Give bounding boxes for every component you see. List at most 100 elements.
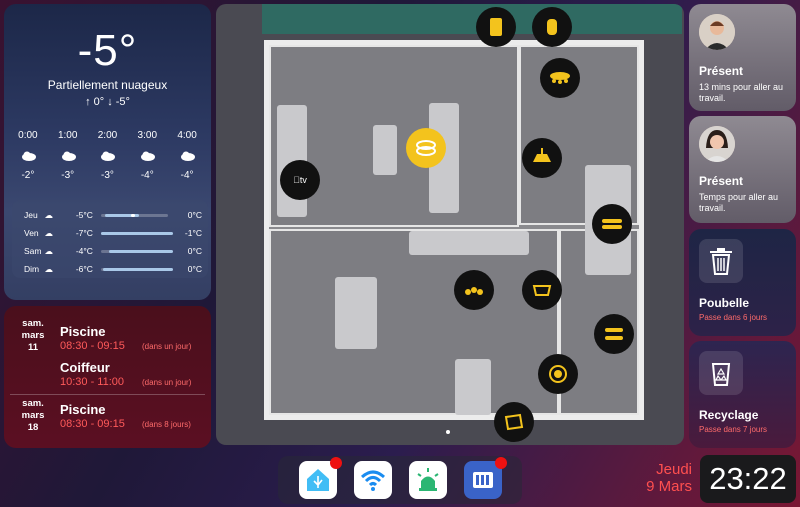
partly-cloudy-night-icon [101, 149, 116, 161]
notification-badge [329, 457, 342, 469]
event-date: sam. mars 18 [21, 398, 45, 433]
page-indicator [446, 430, 450, 434]
appletv-icon: tv [293, 175, 307, 185]
daily-row: Jeu ☁ -5°C 0°C [24, 209, 202, 221]
avatar [699, 126, 735, 162]
cloud-icon: ☁ [44, 245, 54, 256]
house-plan [264, 40, 644, 420]
trash-schedule: Passe dans 6 jours [699, 313, 768, 322]
cloud-icon: ☁ [44, 263, 54, 274]
light-kitchen[interactable] [522, 138, 562, 178]
light-hall[interactable] [540, 58, 580, 98]
presence-detail: Temps pour aller au travail. [699, 192, 779, 213]
app-dock [278, 456, 522, 504]
hour-item: 2:00 -3° [97, 130, 118, 181]
garden-area [262, 4, 682, 34]
network-storage-app[interactable] [463, 457, 507, 499]
presence-card-2[interactable]: Présent Temps pour aller au travail. [689, 116, 796, 223]
temp-range-bar [100, 249, 173, 253]
recycling-schedule: Passe dans 7 jours [699, 425, 768, 434]
weather-condition: Partiellement nuageux [47, 78, 168, 92]
multi-pendant-icon [465, 287, 483, 295]
home-assistant-icon [306, 469, 329, 491]
trash-card[interactable]: Poubelle Passe dans 6 jours [689, 229, 796, 336]
ceiling-light-icon [416, 140, 436, 156]
track-light-icon [602, 219, 622, 229]
divider [10, 394, 205, 395]
pendant-light-icon [533, 148, 551, 162]
temp-range-bar [100, 267, 173, 271]
recycling-icon [699, 351, 743, 395]
presence-detail: 13 mins pour aller au travail. [699, 82, 784, 103]
recycling-card[interactable]: Recyclage Passe dans 7 jours [689, 341, 796, 448]
alarm-siren-icon [416, 468, 439, 491]
cylinder-light-icon [547, 19, 557, 35]
presence-card-1[interactable]: Présent 13 mins pour aller au travail. [689, 4, 796, 111]
daily-row: Sam ☁ -4°C 0°C [24, 245, 202, 257]
light-office[interactable] [538, 354, 578, 394]
floorplan: tv [216, 4, 684, 445]
coffee-table [373, 125, 397, 175]
partly-cloudy-night-icon [181, 149, 196, 161]
light-entry[interactable] [594, 314, 634, 354]
hour-item: 0:00 -2° [18, 130, 38, 181]
event-title: Piscine [60, 324, 106, 339]
event-time: 10:30 - 11:00 [60, 376, 125, 388]
alarm-app[interactable] [408, 461, 447, 499]
date: 9 Mars [646, 478, 692, 495]
calendar-event[interactable]: Coiffeur 10:30 - 11:00 (dans un jour) [10, 356, 205, 392]
event-date: sam. mars 11 [21, 318, 45, 353]
partly-cloudy-night-icon [21, 149, 36, 161]
event-title: Coiffeur [60, 360, 110, 375]
strip-light-icon [605, 328, 623, 340]
light-garage[interactable] [494, 402, 534, 442]
calendar-event[interactable]: sam. mars 18 Piscine 08:30 - 09:15 (dans… [10, 398, 205, 434]
event-relative: (dans 8 jours) [142, 420, 191, 429]
appletv-button[interactable]: tv [280, 160, 320, 200]
light-living-toggle[interactable] [406, 128, 446, 168]
daily-row: Dim ☁ -6°C 0°C [24, 263, 202, 275]
presence-status: Présent [699, 64, 744, 78]
daily-row: Ven ☁ -7°C -1°C [24, 227, 202, 239]
cloud-icon: ☁ [44, 209, 54, 220]
kitchen-counter [409, 231, 529, 255]
spotlights-icon [550, 72, 570, 84]
calendar-event[interactable]: sam. mars 11 Piscine 08:30 - 09:15 (dans… [10, 318, 205, 354]
home-assistant-app[interactable] [298, 457, 342, 499]
weekday: Jeudi [656, 461, 692, 478]
high-low: ↑ 0° ↓ -5° [85, 96, 130, 108]
event-time: 08:30 - 09:15 [60, 340, 125, 352]
hour-item: 1:00 -3° [57, 130, 78, 181]
cloud-icon: ☁ [44, 227, 54, 238]
wall-plug-icon [490, 18, 502, 36]
device-top-1[interactable] [476, 7, 516, 47]
panel-light-icon [504, 413, 524, 431]
daily-forecast: Jeu ☁ -5°C 0°C Ven ☁ -7°C -1°C Sam ☁ -4°… [12, 200, 208, 278]
partly-cloudy-night-icon [141, 149, 156, 161]
hour-item: 4:00 -4° [177, 130, 197, 181]
temp-range-bar [100, 213, 169, 217]
weather-card[interactable]: -5° Partiellement nuageux ↑ 0° ↓ -5° 0:0… [4, 4, 211, 300]
light-stairs[interactable] [592, 204, 632, 244]
trash-icon [699, 239, 743, 283]
calendar-card[interactable]: sam. mars 11 Piscine 08:30 - 09:15 (dans… [4, 306, 211, 448]
light-dining[interactable] [454, 270, 494, 310]
dining-table [335, 277, 377, 349]
hourly-forecast: 0:00 -2° 1:00 -3° 2:00 -3° 3:00 -4° 4:00… [4, 130, 211, 181]
hour-item: 3:00 -4° [137, 130, 158, 181]
light-counter[interactable] [522, 270, 562, 310]
recycling-label: Recyclage [699, 408, 759, 422]
device-top-2[interactable] [532, 7, 572, 47]
trash-label: Poubelle [699, 296, 750, 310]
counter [455, 359, 491, 415]
wifi-icon [360, 470, 385, 491]
wifi-app[interactable] [353, 461, 392, 499]
nas-server-icon [472, 472, 493, 488]
date-display: Jeudi 9 Mars [612, 461, 692, 495]
temp-range-bar [100, 231, 173, 235]
event-relative: (dans un jour) [142, 378, 192, 387]
avatar [699, 14, 735, 50]
presence-status: Présent [699, 174, 744, 188]
room-dining [269, 229, 559, 415]
partly-cloudy-night-icon [61, 149, 76, 161]
